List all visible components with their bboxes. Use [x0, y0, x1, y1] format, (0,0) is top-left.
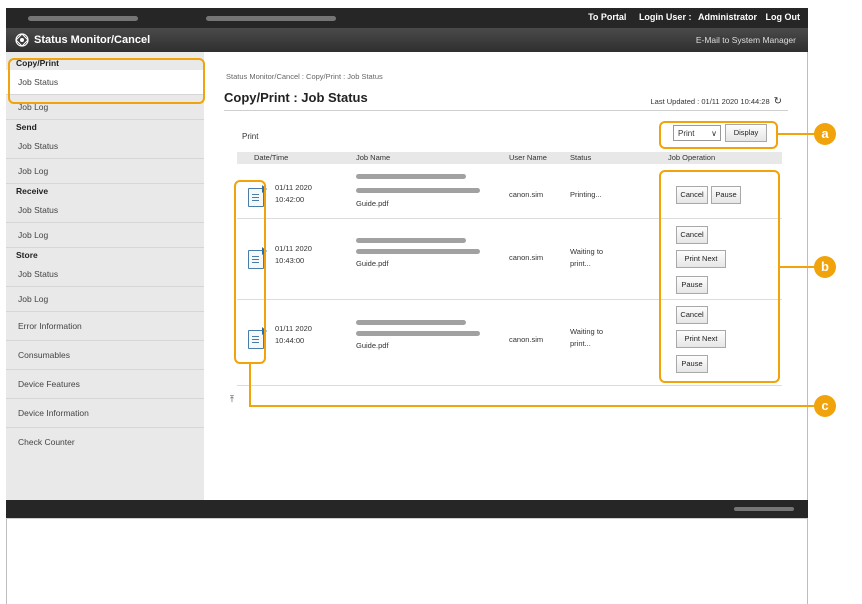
sidebar-item-send-job-status[interactable]: Job Status	[6, 134, 204, 159]
job-status: print...	[570, 259, 591, 268]
job-user: canon.sim	[509, 335, 544, 344]
refresh-icon[interactable]: ↻	[774, 96, 782, 107]
column-header-status: Status	[570, 153, 592, 162]
title-bar: Status Monitor/Cancel E-Mail to System M…	[6, 28, 808, 52]
app-title: Status Monitor/Cancel	[34, 34, 151, 46]
callout-leader-c	[249, 405, 818, 407]
job-time: 10:44:00	[275, 336, 305, 345]
sidebar-item-receive-job-log[interactable]: Job Log	[6, 223, 204, 248]
sidebar-heading-receive: Receive	[16, 186, 49, 196]
footer-bar	[6, 500, 808, 518]
sidebar: Copy/Print Job Status Job Log Send Job S…	[6, 52, 204, 500]
job-name-redacted	[356, 320, 466, 325]
job-status: Printing...	[570, 190, 602, 199]
callout-highlight-sidebar	[8, 58, 205, 104]
job-date: 01/11 2020	[275, 183, 312, 192]
sidebar-heading-send: Send	[16, 122, 37, 132]
sidebar-item-store-job-log[interactable]: Job Log	[6, 287, 204, 312]
column-header-date-time: Date/Time	[254, 153, 289, 162]
copyright-redacted	[734, 507, 794, 511]
back-to-top-icon[interactable]: ⤒	[230, 394, 234, 405]
title-divider	[224, 110, 788, 111]
job-name: Guide.pdf	[356, 259, 389, 268]
last-updated-text: Last Updated : 01/11 2020 10:44:28	[650, 97, 770, 106]
to-portal-link[interactable]: To Portal	[588, 12, 626, 22]
callout-badge-a: a	[814, 123, 836, 145]
job-name-redacted	[356, 331, 480, 336]
sidebar-item-store-job-status[interactable]: Job Status	[6, 262, 204, 287]
job-status: Waiting to	[570, 247, 604, 256]
callout-leader-c	[249, 364, 251, 406]
column-header-user-name: User Name	[509, 153, 547, 162]
job-date: 01/11 2020	[275, 244, 312, 253]
job-name-redacted	[356, 238, 466, 243]
sidebar-item-device-information[interactable]: Device Information	[6, 399, 204, 428]
breadcrumb: Status Monitor/Cancel : Copy/Print : Job…	[226, 72, 383, 81]
device-address-redacted	[206, 16, 336, 21]
sidebar-item-check-counter[interactable]: Check Counter	[6, 428, 204, 456]
column-header-job-name: Job Name	[356, 153, 391, 162]
device-name-redacted	[28, 16, 138, 21]
job-date: 01/11 2020	[275, 324, 312, 333]
job-time: 10:42:00	[275, 195, 305, 204]
sidebar-item-error-information[interactable]: Error Information	[6, 312, 204, 341]
column-header-job-operation: Job Operation	[668, 153, 716, 162]
login-user-label: Login User :	[638, 12, 692, 22]
section-label-print: Print	[242, 132, 259, 141]
email-system-manager-link[interactable]: E-Mail to System Manager	[696, 35, 796, 45]
sidebar-heading-store: Store	[16, 250, 38, 260]
callout-highlight-c	[234, 180, 266, 364]
sidebar-item-device-features[interactable]: Device Features	[6, 370, 204, 399]
login-user-name: Administrator	[697, 12, 757, 22]
callout-highlight-a	[659, 121, 778, 149]
callout-leader-b	[780, 266, 818, 268]
job-name: Guide.pdf	[356, 341, 389, 350]
footer-divider	[6, 518, 808, 519]
status-monitor-icon	[15, 33, 29, 47]
sidebar-item-send-job-log[interactable]: Job Log	[6, 159, 204, 184]
logout-link[interactable]: Log Out	[766, 12, 801, 22]
row-divider	[237, 385, 782, 386]
last-updated: Last Updated : 01/11 2020 10:44:28 ↻	[650, 96, 782, 107]
job-name-redacted	[356, 188, 480, 193]
sidebar-item-consumables[interactable]: Consumables	[6, 341, 204, 370]
callout-badge-b: b	[814, 256, 836, 278]
top-bar: To Portal Login User : Administrator Log…	[6, 8, 808, 28]
job-user: canon.sim	[509, 253, 544, 262]
job-status: print...	[570, 339, 591, 348]
callout-highlight-b	[659, 170, 780, 383]
job-user: canon.sim	[509, 190, 544, 199]
sidebar-item-receive-job-status[interactable]: Job Status	[6, 198, 204, 223]
callout-badge-c: c	[814, 395, 836, 417]
job-name-redacted	[356, 249, 480, 254]
callout-leader-a	[778, 133, 818, 135]
job-time: 10:43:00	[275, 256, 305, 265]
page-title: Copy/Print : Job Status	[224, 90, 368, 105]
job-name: Guide.pdf	[356, 199, 389, 208]
job-name-redacted	[356, 174, 466, 179]
job-status: Waiting to	[570, 327, 604, 336]
